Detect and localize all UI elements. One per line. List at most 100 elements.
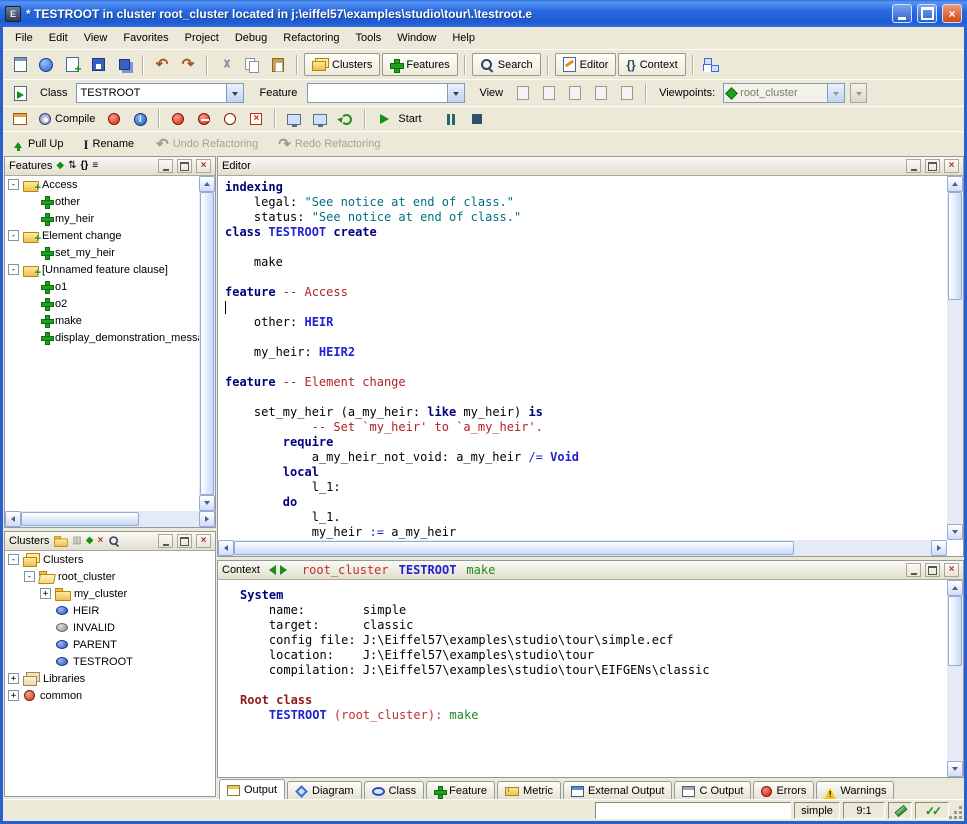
scroll-right-button[interactable] (931, 540, 947, 556)
feature-tree-item[interactable]: set_my_heir (5, 244, 199, 261)
editor-code-area[interactable]: indexing legal: "See notice at end of cl… (218, 176, 947, 540)
tab-metric[interactable]: Metric (497, 781, 561, 800)
resize-grip[interactable] (950, 807, 964, 821)
tree-expander-icon[interactable]: - (8, 264, 19, 275)
feature-tree-item[interactable]: -[Unnamed feature clause] (5, 261, 199, 278)
breadcrumb-root_cluster[interactable]: root_cluster (302, 563, 389, 577)
view-interface-button[interactable] (615, 82, 639, 105)
cut-button[interactable] (214, 53, 238, 76)
breadcrumb-make[interactable]: make (466, 563, 495, 577)
clusters-minimize-button[interactable] (158, 534, 173, 548)
feature-tree-item[interactable]: -Element change (5, 227, 199, 244)
menu-help[interactable]: Help (444, 29, 483, 47)
cluster-tree-item[interactable]: HEIR (5, 602, 215, 619)
send-to-editor-button[interactable] (8, 82, 32, 105)
view-clickable-button[interactable] (537, 82, 561, 105)
cluster-tree-item[interactable]: -root_cluster (5, 568, 215, 585)
melt-button[interactable] (102, 108, 126, 131)
editor-minimize-button[interactable] (906, 159, 921, 173)
compile-button[interactable]: Compile (34, 108, 100, 130)
editor-maximize-button[interactable] (925, 159, 940, 173)
scroll-down-button[interactable] (199, 495, 215, 511)
redo-button[interactable]: ↷ (176, 53, 200, 76)
scroll-track[interactable] (21, 511, 199, 527)
scroll-thumb[interactable] (21, 512, 139, 526)
feature-tree-item[interactable]: -Access (5, 176, 199, 193)
cluster-tree-item[interactable]: PARENT (5, 636, 215, 653)
scroll-track[interactable] (199, 192, 215, 495)
copy-button[interactable] (240, 53, 264, 76)
stop-button[interactable] (465, 108, 489, 131)
context-close-button[interactable]: × (944, 563, 959, 577)
delete-icon[interactable]: × (98, 536, 104, 546)
scroll-up-button[interactable] (199, 176, 215, 192)
features-toggle-button[interactable]: Features (382, 53, 457, 76)
tab-warnings[interactable]: Warnings (816, 781, 894, 800)
search-cluster-icon[interactable] (109, 535, 120, 546)
viewpoints-extra-drop[interactable] (850, 83, 867, 103)
project-settings-button[interactable] (8, 108, 32, 131)
open-project-button[interactable] (34, 53, 58, 76)
cluster-tree-item[interactable]: +common (5, 687, 215, 704)
scroll-thumb[interactable] (948, 192, 962, 300)
feature-tree-item[interactable]: display_demonstration_messa (5, 329, 199, 346)
scroll-left-button[interactable] (5, 511, 21, 527)
tree-expander-icon[interactable]: + (8, 673, 19, 684)
start-button[interactable]: Start (372, 108, 426, 130)
braces-icon[interactable]: {} (81, 161, 89, 171)
tab-feature[interactable]: Feature (426, 781, 495, 800)
editor-hscrollbar[interactable] (218, 540, 947, 556)
features-vscrollbar[interactable] (199, 176, 215, 511)
tab-c-output[interactable]: C Output (674, 781, 751, 800)
context-minimize-button[interactable] (906, 563, 921, 577)
context-output-area[interactable]: System name: simple target: classic conf… (218, 580, 947, 777)
feature-combobox[interactable] (307, 83, 465, 103)
clear-breakpoints-button[interactable]: × (244, 108, 268, 131)
debug-run-ignore-button[interactable] (282, 108, 306, 131)
features-tree[interactable]: -Accessothermy_heir-Element changeset_my… (5, 176, 199, 511)
new-cluster-icon[interactable] (54, 536, 67, 546)
editor-close-button[interactable]: × (944, 159, 959, 173)
tab-class[interactable]: Class (364, 781, 425, 800)
list-view-icon[interactable]: ≡ (92, 161, 98, 171)
new-window-button[interactable] (8, 53, 32, 76)
tree-expander-icon[interactable]: - (8, 179, 19, 190)
cluster-tree-item[interactable]: +Libraries (5, 670, 215, 687)
menu-favorites[interactable]: Favorites (115, 29, 176, 47)
menu-refactoring[interactable]: Refactoring (275, 29, 347, 47)
menu-debug[interactable]: Debug (227, 29, 275, 47)
diagram-tool-button[interactable] (700, 53, 724, 76)
cluster-tree-item[interactable]: TESTROOT (5, 653, 215, 670)
menu-window[interactable]: Window (389, 29, 444, 47)
menu-tools[interactable]: Tools (348, 29, 390, 47)
scroll-up-button[interactable] (947, 176, 963, 192)
scroll-down-button[interactable] (947, 524, 963, 540)
menu-view[interactable]: View (76, 29, 116, 47)
diamond-icon[interactable]: ◆ (86, 536, 94, 546)
features-hscrollbar[interactable] (5, 511, 215, 527)
disable-breakpoints-button[interactable] (192, 108, 216, 131)
breadcrumb-TESTROOT[interactable]: TESTROOT (399, 563, 457, 577)
undo-button[interactable]: ↶ (150, 53, 174, 76)
rename-button[interactable]: I Rename (78, 133, 139, 155)
debug-run-stop-button[interactable] (308, 108, 332, 131)
view-basic-button[interactable] (511, 82, 535, 105)
class-combobox-drop[interactable] (226, 84, 243, 102)
editor-vscrollbar[interactable] (947, 176, 963, 540)
remove-breakpoints-button[interactable] (218, 108, 242, 131)
history-forward-icon[interactable] (280, 565, 292, 575)
viewpoints-combobox-drop[interactable] (827, 84, 844, 102)
menu-project[interactable]: Project (177, 29, 227, 47)
view-contract-button[interactable] (589, 82, 613, 105)
menu-edit[interactable]: Edit (41, 29, 76, 47)
cluster-tree-item[interactable]: -Clusters (5, 551, 215, 568)
trash-icon[interactable]: ▥ (72, 536, 81, 546)
feature-diamond-icon[interactable]: ◆ (56, 161, 64, 171)
feature-tree-item[interactable]: o2 (5, 295, 199, 312)
enable-breakpoints-button[interactable] (166, 108, 190, 131)
tab-errors[interactable]: Errors (753, 781, 814, 800)
editor-toggle-button[interactable]: Editor (555, 53, 617, 76)
clusters-toggle-button[interactable]: Clusters (304, 53, 380, 76)
scroll-thumb[interactable] (234, 541, 794, 555)
project-info-button[interactable]: i (128, 108, 152, 131)
